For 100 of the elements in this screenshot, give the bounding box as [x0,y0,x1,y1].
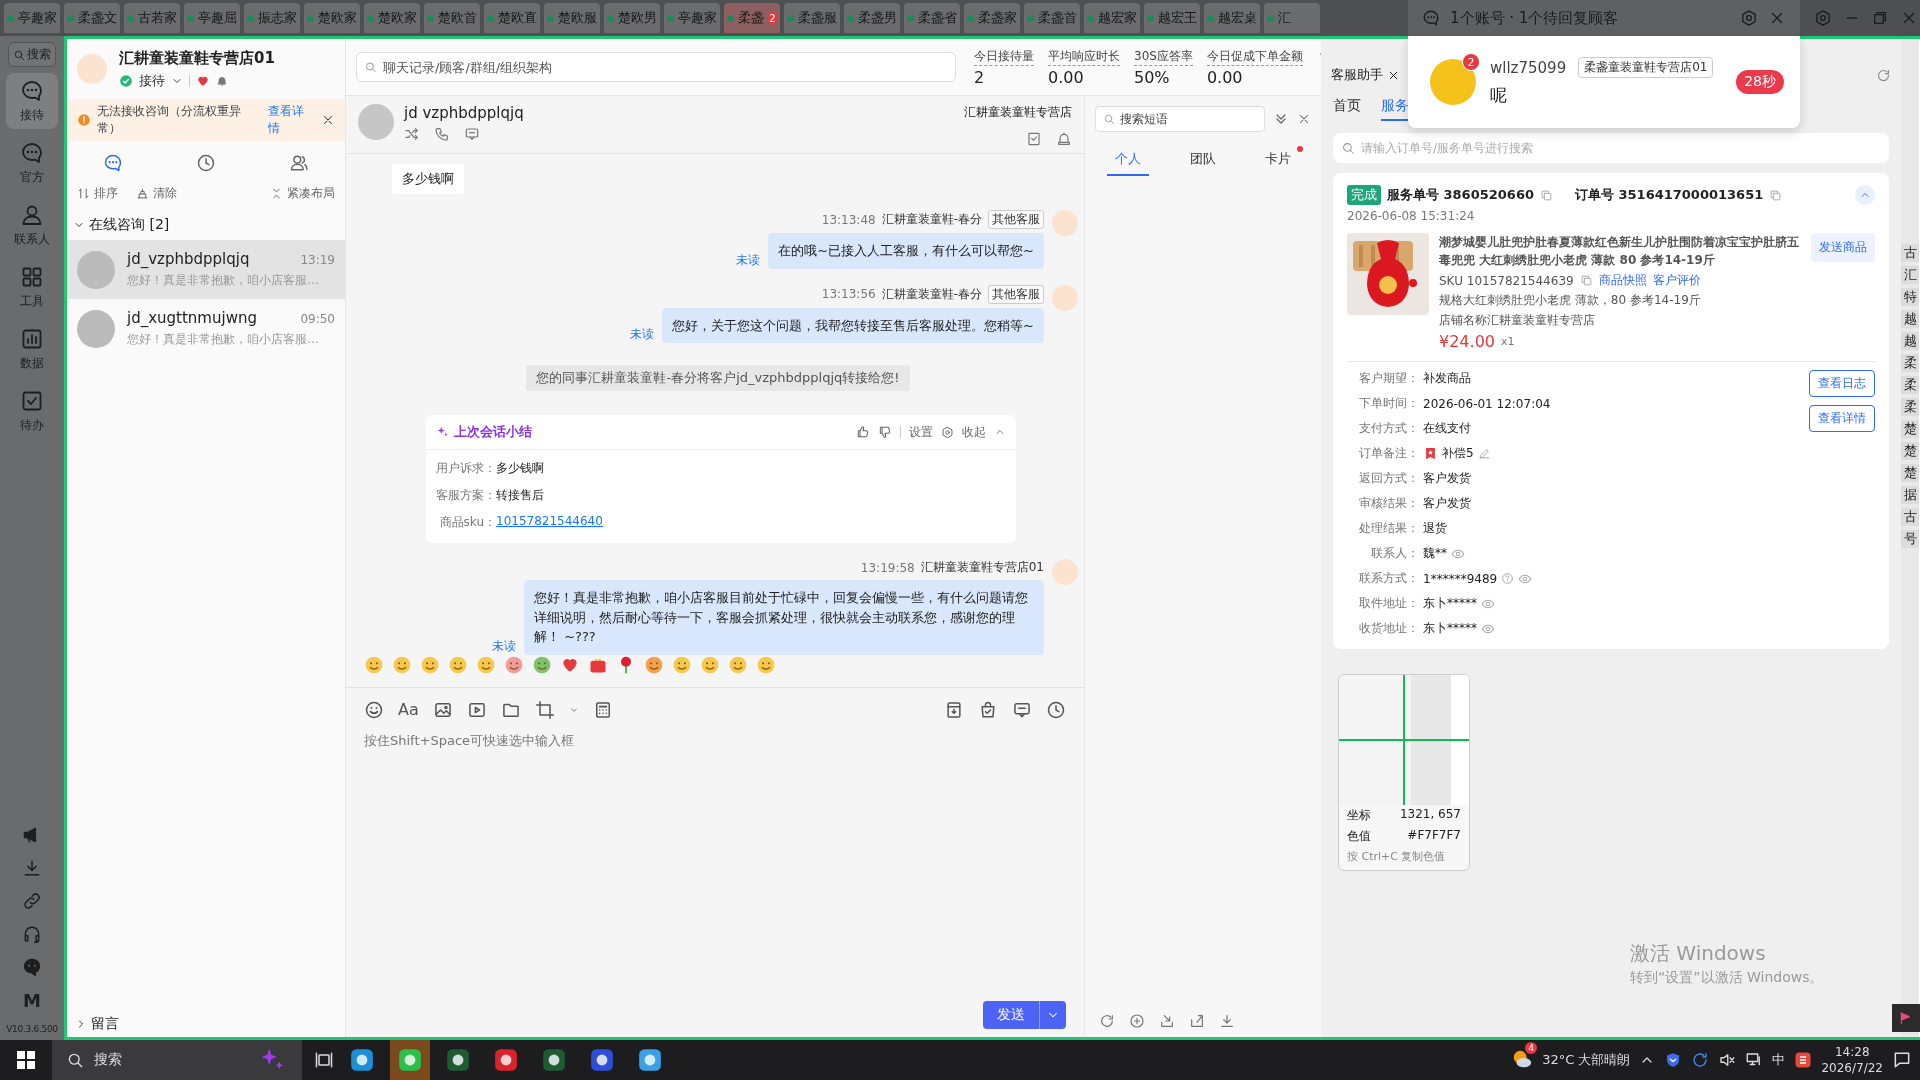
order-search-field[interactable]: 请输入订单号/服务单号进行搜索 [1333,133,1889,163]
message-preview: 您好！真是非常抱歉，咱小店客服… [127,331,320,348]
shop-tab[interactable]: 楚欧服 [544,3,600,33]
font-button[interactable]: Aa [398,700,419,719]
panel-tab[interactable]: 服务 [1381,97,1409,121]
message-preview: 您好！真是非常抱歉，咱小店客服… [127,272,320,289]
agent-tag: 其他客服 [988,210,1044,229]
field-value: 1******9489 [1423,571,1498,586]
read-status: 未读 [492,637,516,655]
shop-tab[interactable]: 柔盏家 [964,3,1020,33]
nav-item[interactable]: 接待 [6,73,58,129]
window-tab-label[interactable]: 古 [1901,244,1919,262]
window-tab-label[interactable]: 楚 [1901,464,1919,482]
shop-tab[interactable]: 柔盏首 [1024,3,1080,33]
ime-indicator[interactable]: 中 [1772,1051,1786,1069]
shop-tab[interactable]: 振志家 [244,3,300,33]
stat-value: 0.00 [1206,67,1244,87]
shop-tab[interactable]: 柔盏省 [904,3,960,33]
field-value: 客户发货 [1423,470,1471,487]
system-message: 您的同事汇耕童装童鞋-春分将客户jd_vzphbdpplqjq转接给您! [526,365,910,391]
panel-tab[interactable]: 首页 [1333,97,1361,121]
settings-link[interactable]: 设置 [909,423,933,441]
activation-title: 激活 Windows [1630,940,1767,967]
phrase-tab[interactable]: 团队 [1182,146,1224,176]
shop-tab[interactable]: 亭趣家 [664,3,720,33]
collapse-link[interactable]: 收起 [962,423,986,441]
shop-tab[interactable]: 柔盏服 [784,3,840,33]
shop-tab[interactable]: 亭趣屈 [184,3,240,33]
window-tab-label[interactable]: 古 [1901,508,1919,526]
clock-time: 14:28 [1834,1043,1870,1060]
details-link[interactable]: 查看详情 [267,103,315,137]
conversation-item[interactable]: jd_xugttnmujwng 09:50 您好！真是非常抱歉，咱小店客服… [67,299,345,358]
nav-item[interactable]: 联系人 [6,197,58,253]
window-tab-label[interactable]: 据 [1901,486,1919,504]
phrase-tab[interactable]: 卡片 [1256,146,1299,176]
window-tab-label[interactable]: 越 [1901,310,1919,328]
logo-button[interactable]: M [23,990,41,1011]
nav-item[interactable]: 工具 [6,259,58,315]
status-badge: 完成 [1347,185,1381,205]
field-label: 下单时间： [1358,395,1419,412]
shop-tab[interactable]: 楚欧家 [364,3,420,33]
nav-item[interactable]: 官方 [6,135,58,191]
window-tab-label[interactable]: 楚 [1901,442,1919,460]
view-button[interactable]: 查看详情 [1809,405,1875,432]
status-dropdown[interactable]: 接待 [139,71,165,90]
window-tab-label[interactable]: 特 [1901,288,1919,306]
window-tab-label[interactable]: 柔 [1901,376,1919,394]
summary-title: 上次会话小结 [454,423,532,441]
customer-name: jd_vzphbdpplqjq [127,250,250,268]
shop-tab[interactable]: 柔盏文 [64,3,120,33]
shop-tab[interactable]: 古若家 [124,3,180,33]
assistant-tab[interactable]: 客服助手 [1331,66,1383,84]
phrase-search-field[interactable]: 搜索短语 [1095,106,1265,132]
field-value: 东卜***** [1423,595,1477,612]
shop-tab[interactable]: 楚欧男 [604,3,660,33]
weather-text: 32°C 大部晴朗 [1542,1051,1631,1069]
window-tab-label[interactable]: 柔 [1901,398,1919,416]
window-tab-label[interactable]: 柔 [1901,354,1919,372]
shop-tab[interactable]: 柔盏 2 [724,3,780,33]
view-button[interactable]: 查看日志 [1809,370,1875,397]
agent-tag: 其他客服 [988,284,1044,304]
shop-tab[interactable]: 楚欧首 [424,3,480,33]
nav-item[interactable]: 数据 [6,321,58,377]
sender-name: 汇耕童装童鞋-春分 [881,285,982,303]
shop-tab[interactable]: 楚欧直 [484,3,540,33]
window-tab-label[interactable]: 号 [1901,530,1919,548]
conversation-item[interactable]: jd_vzphbdpplqjq 13:19 您好！真是非常抱歉，咱小店客服… [67,240,345,299]
activation-subtitle: 转到“设置”以激活 Windows。 [1630,969,1824,987]
group-header[interactable]: 在线咨询 [2] [89,216,170,234]
window-tab-label[interactable]: 越 [1901,332,1919,350]
message-time: 13:13:48 [821,212,876,227]
shop-tab[interactable]: 亭趣家 [4,3,60,33]
shop-tab[interactable]: 越宏桌 [1204,3,1260,33]
nav-item[interactable]: 待办 [6,383,58,439]
shop-tab[interactable]: 汇 [1264,3,1320,33]
window-tab-label[interactable]: 楚 [1901,420,1919,438]
color-value: #F7F7F7 [1407,828,1461,844]
read-status: 未读 [736,251,761,269]
field-value: 2026-06-01 12:07:04 [1423,396,1551,411]
message-time: 13:19 [300,253,335,267]
list-action[interactable]: 清除 [136,185,177,202]
shop-tab[interactable]: 柔盏男 [844,3,900,33]
phrase-tab[interactable]: 个人 [1107,146,1150,176]
product-link[interactable]: 商品快照 [1598,272,1647,289]
shop-tab[interactable]: 楚欧家 [304,3,360,33]
product-link[interactable]: 客户评价 [1652,272,1701,289]
message-input[interactable]: 按住Shift+Space可快速选中输入框 [346,731,1084,1001]
search-button[interactable]: 搜索 [8,42,56,67]
send-button[interactable]: 发送 [983,1001,1066,1029]
sku-link[interactable]: 10157821544640 [496,514,603,531]
search-field[interactable]: 聊天记录/顾客/群组/组织架构 [356,52,956,82]
list-action[interactable]: 紧凑布局 [270,185,335,202]
list-action[interactable]: 排序 [77,185,118,202]
window-tab-label[interactable]: 汇 [1901,266,1919,284]
send-product-button[interactable]: 发送商品 [1811,233,1875,262]
group-header[interactable]: 留言 [91,1015,119,1033]
color-label: 色值 [1347,828,1371,845]
shop-tab[interactable]: 越宏家 [1084,3,1140,33]
stat-label: 今日促成下单金额 [1206,47,1303,66]
shop-tab[interactable]: 越宏王 [1144,3,1200,33]
